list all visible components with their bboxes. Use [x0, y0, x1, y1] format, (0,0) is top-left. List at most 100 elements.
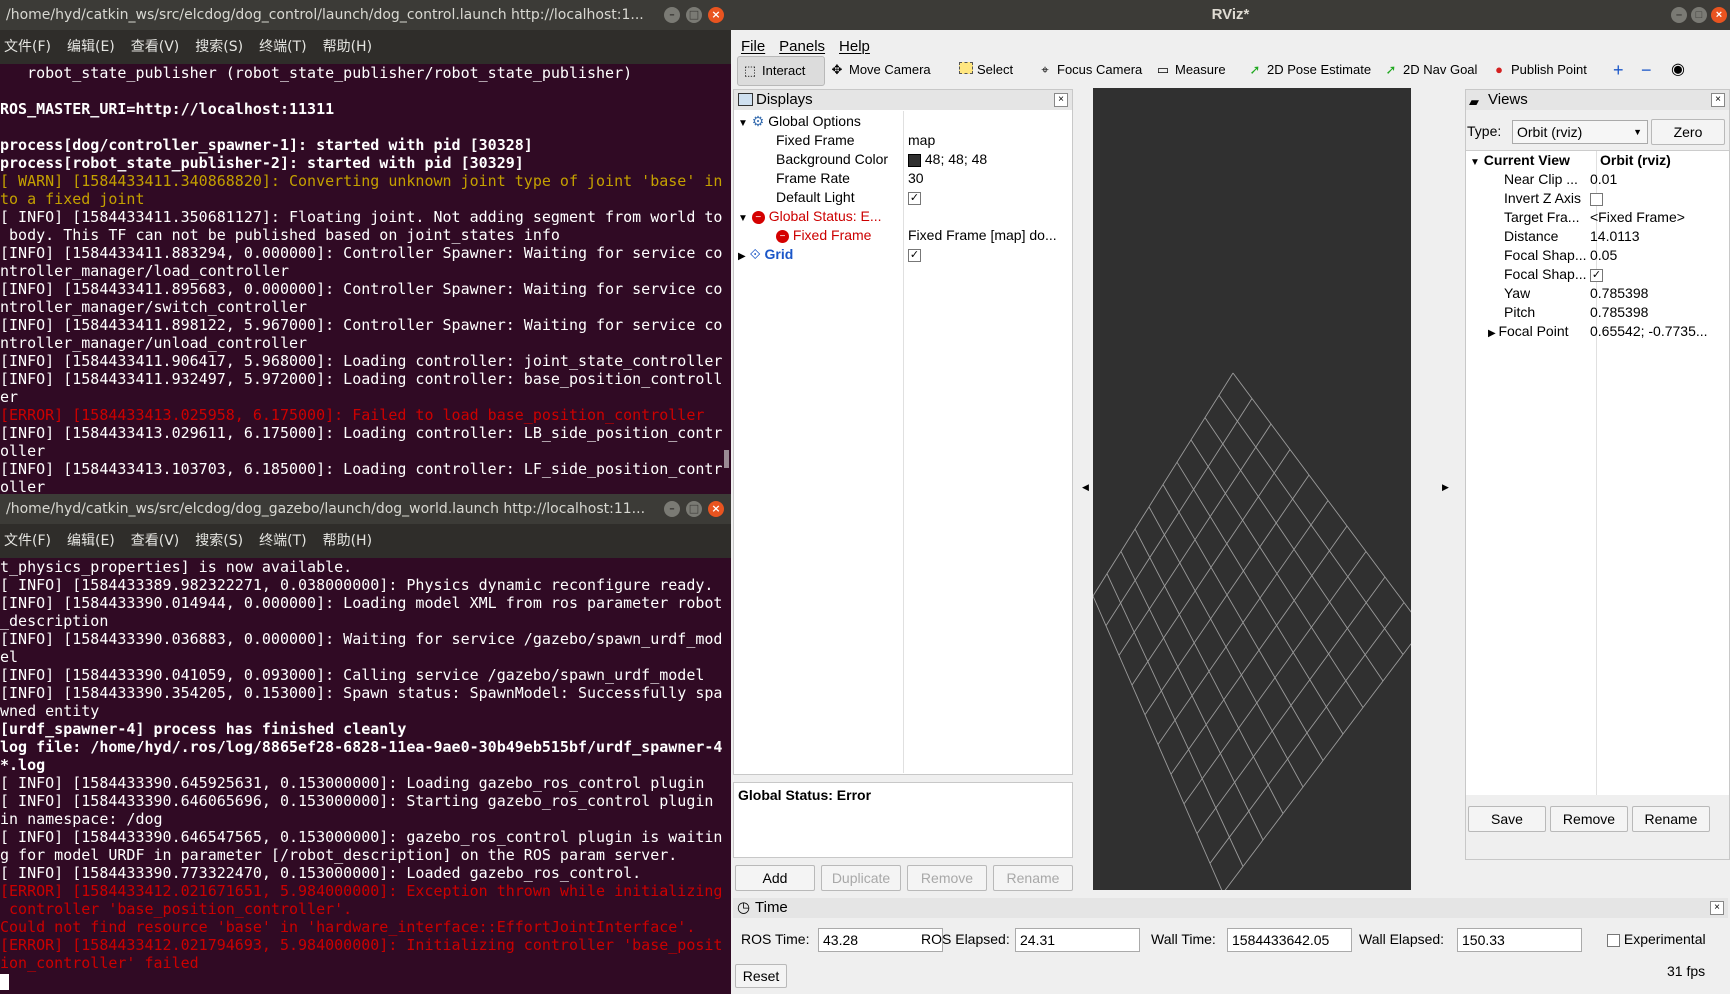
checkbox[interactable]: ✓	[908, 248, 921, 262]
collapse-left-icon[interactable]: ◀	[1082, 482, 1089, 493]
close-icon[interactable]: ×	[1711, 93, 1725, 107]
measure-button[interactable]: ▭ Measure	[1155, 56, 1226, 84]
minimize-icon[interactable]: –	[1671, 7, 1687, 23]
terminal-line: [ INFO] [1584433390.645925631, 0.1530000…	[0, 774, 705, 792]
3d-viewport[interactable]	[1093, 88, 1411, 890]
prop-bg-color-value[interactable]: 48; 48; 48	[908, 150, 987, 169]
interact-button[interactable]: ⬚ Interact	[737, 56, 825, 86]
menu-panels[interactable]: Panels	[779, 38, 825, 55]
view-prop-value[interactable]: 0.65542; -0.7735...	[1590, 322, 1726, 341]
terminal-output[interactable]: t_physics_properties] is now available.[…	[0, 558, 731, 990]
view-prop-value[interactable]: 0.05	[1590, 246, 1726, 265]
left-splitter[interactable]: ◀	[1082, 88, 1090, 890]
menu-terminal[interactable]: 终端(T)	[259, 39, 306, 55]
tree-global-options[interactable]: ▼ ⚙ Global Options	[738, 112, 861, 131]
eye-icon[interactable]: ◉	[1671, 56, 1685, 84]
pose-estimate-button[interactable]: ➚ 2D Pose Estimate	[1247, 56, 1372, 84]
menu-edit[interactable]: 编辑(E)	[67, 39, 115, 55]
focus-camera-button[interactable]: ⌖ Focus Camera	[1037, 56, 1142, 84]
view-prop-value[interactable]: <Fixed Frame>	[1590, 208, 1726, 227]
rviz-window[interactable]: RViz* – □ × File Panels Help ⬚ Interact ✥ Mo…	[731, 0, 1730, 994]
expand-right-icon[interactable]: ▶	[1488, 328, 1498, 339]
view-prop-value[interactable]: 0.01	[1590, 170, 1726, 189]
maximize-icon[interactable]: □	[686, 501, 702, 517]
tree-current-view[interactable]: ▼ Current View	[1470, 151, 1570, 170]
checkbox[interactable]: ✓	[1590, 268, 1603, 282]
close-icon[interactable]: ×	[1054, 93, 1068, 107]
maximize-icon[interactable]: □	[1691, 7, 1707, 23]
wall-elapsed-field[interactable]: 150.33	[1457, 928, 1582, 952]
close-icon[interactable]: ×	[708, 7, 724, 23]
experimental-checkbox[interactable]: Experimental	[1607, 928, 1706, 950]
menu-help[interactable]: 帮助(H)	[323, 39, 372, 55]
default-light-checkbox[interactable]: ✓	[908, 188, 921, 207]
menu-search[interactable]: 搜索(S)	[195, 533, 243, 549]
view-prop-value[interactable]: ✓	[1590, 265, 1726, 284]
duplicate-button[interactable]: Duplicate	[821, 865, 901, 891]
select-button[interactable]: Select	[959, 56, 1013, 84]
publish-point-button[interactable]: ● Publish Point	[1491, 56, 1587, 84]
close-icon[interactable]: ×	[708, 501, 724, 517]
wall-time-field[interactable]: 1584433642.05	[1227, 928, 1352, 952]
terminal-line: ntroller_manager/unload_controller	[0, 334, 308, 352]
zero-button[interactable]: Zero	[1651, 119, 1725, 145]
checkbox[interactable]	[1590, 192, 1603, 206]
map-pin-icon: ●	[1495, 62, 1503, 77]
minimize-icon[interactable]: –	[664, 7, 680, 23]
add-button[interactable]: Add	[735, 865, 815, 891]
plus-icon[interactable]: +	[1613, 56, 1624, 84]
grid-checkbox[interactable]: ✓	[908, 245, 921, 264]
menu-view[interactable]: 查看(V)	[131, 533, 180, 549]
grid-icon: ⟐	[749, 246, 761, 262]
right-splitter[interactable]: ▶	[1442, 88, 1450, 890]
view-type-label: Type:	[1467, 123, 1502, 139]
minus-icon[interactable]: −	[1641, 56, 1652, 84]
remove-display-button[interactable]: Remove	[907, 865, 987, 891]
prop-frame-rate-value[interactable]: 30	[908, 169, 924, 188]
terminal-line: oller	[0, 442, 46, 460]
terminal-output[interactable]: robot_state_publisher (robot_state_publi…	[0, 64, 731, 494]
terminal-window-gazebo[interactable]: /home/hyd/catkin_ws/src/elcdog/dog_gazeb…	[0, 494, 731, 994]
select-icon	[959, 62, 973, 74]
terminal-window-control[interactable]: /home/hyd/catkin_ws/src/elcdog/dog_contr…	[0, 0, 731, 494]
maximize-icon[interactable]: □	[686, 7, 702, 23]
terminal-prompt[interactable]	[0, 972, 731, 990]
save-view-button[interactable]: Save	[1468, 806, 1546, 832]
menu-view[interactable]: 查看(V)	[131, 39, 180, 55]
terminal-line: Could not find resource 'base' in 'hardw…	[0, 918, 696, 936]
remove-view-button[interactable]: Remove	[1550, 806, 1628, 832]
menu-help[interactable]: Help	[839, 38, 870, 55]
checkbox[interactable]	[1607, 933, 1620, 947]
tree-grid[interactable]: ▶ ⟐ Grid	[738, 245, 793, 264]
collapse-right-icon[interactable]: ▶	[1442, 482, 1449, 493]
view-prop-value[interactable]: 14.0113	[1590, 227, 1726, 246]
menu-search[interactable]: 搜索(S)	[195, 39, 243, 55]
menu-help[interactable]: 帮助(H)	[323, 533, 372, 549]
view-prop-value[interactable]: 0.785398	[1590, 303, 1726, 322]
close-icon[interactable]: ×	[1710, 901, 1724, 915]
close-icon[interactable]: ×	[1711, 7, 1727, 23]
move-icon: ✥	[831, 62, 843, 77]
view-prop-value[interactable]	[1590, 189, 1726, 208]
rename-view-button[interactable]: Rename	[1632, 806, 1710, 832]
nav-goal-button[interactable]: ➚ 2D Nav Goal	[1383, 56, 1478, 84]
move-camera-button[interactable]: ✥ Move Camera	[829, 56, 931, 84]
checkbox[interactable]: ✓	[908, 191, 921, 205]
view-prop-value[interactable]: 0.785398	[1590, 284, 1726, 303]
terminal-line: ROS_MASTER_URI=http://localhost:11311	[0, 100, 335, 118]
rename-display-button[interactable]: Rename	[993, 865, 1073, 891]
menu-file[interactable]: 文件(F)	[4, 533, 51, 549]
view-type-select[interactable]: Orbit (rviz) ▼	[1512, 120, 1648, 144]
terminal-scrollbar[interactable]	[724, 450, 729, 468]
menu-edit[interactable]: 编辑(E)	[67, 533, 115, 549]
ros-elapsed-field[interactable]: 24.31	[1015, 928, 1140, 952]
terminal-line: [ WARN] [1584433411.340868820]: Converti…	[0, 172, 723, 190]
menu-file[interactable]: File	[741, 38, 765, 55]
menu-file[interactable]: 文件(F)	[4, 39, 51, 55]
prop-fixed-frame-value[interactable]: map	[908, 131, 935, 150]
tree-fixed-frame-error[interactable]: − Fixed Frame	[776, 226, 871, 245]
minimize-icon[interactable]: –	[664, 501, 680, 517]
reset-button[interactable]: Reset	[735, 964, 787, 988]
tree-global-status[interactable]: ▼ − Global Status: E...	[738, 207, 882, 226]
menu-terminal[interactable]: 终端(T)	[259, 533, 306, 549]
